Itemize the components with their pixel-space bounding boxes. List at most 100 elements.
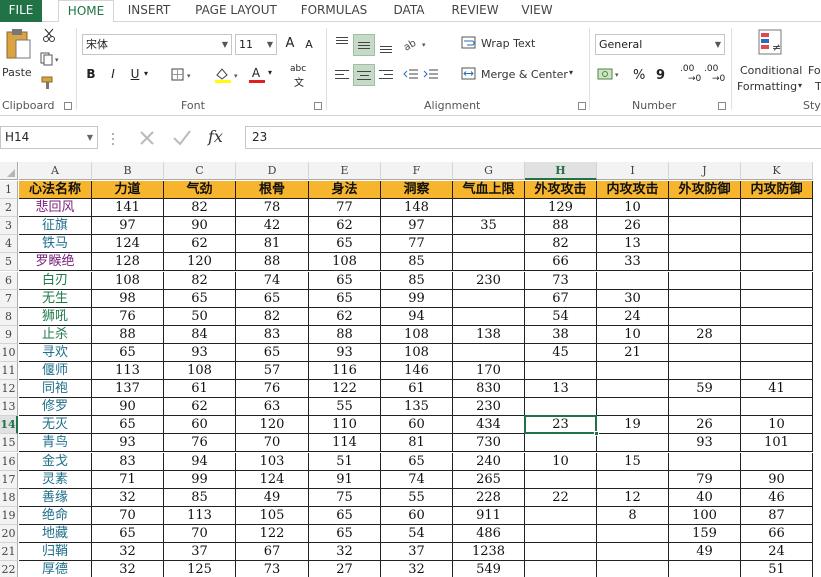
table-cell[interactable]: 93: [669, 434, 741, 453]
name-cell[interactable]: 悲回风: [19, 199, 92, 218]
top-align-button[interactable]: [333, 34, 351, 52]
table-cell[interactable]: 22: [525, 488, 597, 507]
row-header-16[interactable]: 16: [0, 452, 18, 471]
table-cell[interactable]: [669, 289, 741, 308]
table-cell[interactable]: [741, 307, 813, 326]
table-cell[interactable]: 103: [236, 452, 309, 471]
table-cell[interactable]: [597, 434, 669, 453]
table-cell[interactable]: 240: [453, 452, 525, 471]
grow-font-button[interactable]: A: [283, 36, 297, 51]
table-cell[interactable]: [525, 434, 597, 453]
table-cell[interactable]: 100: [669, 506, 741, 525]
table-cell[interactable]: [597, 561, 669, 577]
insert-function-icon[interactable]: fx: [208, 127, 223, 146]
table-cell[interactable]: 113: [164, 506, 236, 525]
table-cell[interactable]: 85: [381, 253, 453, 272]
table-cell[interactable]: [597, 271, 669, 290]
table-cell[interactable]: 141: [92, 199, 164, 218]
column-title-cell[interactable]: 身法: [309, 181, 381, 200]
table-cell[interactable]: 70: [92, 506, 164, 525]
table-cell[interactable]: 120: [164, 253, 236, 272]
table-cell[interactable]: 87: [741, 506, 813, 525]
bottom-align-button[interactable]: [377, 34, 395, 56]
name-cell[interactable]: 青鸟: [19, 434, 92, 453]
table-cell[interactable]: 77: [309, 199, 381, 218]
table-cell[interactable]: 74: [381, 470, 453, 489]
column-title-cell[interactable]: 外攻攻击: [525, 181, 597, 200]
table-cell[interactable]: 51: [741, 561, 813, 577]
increase-decimal-button[interactable]: .00 →0: [680, 64, 702, 86]
tab-formulas[interactable]: FORMULAS: [296, 0, 372, 22]
copy-icon[interactable]: ▾: [40, 52, 62, 66]
table-cell[interactable]: 67: [525, 289, 597, 308]
table-cell[interactable]: 60: [381, 416, 453, 435]
column-header-f[interactable]: F: [381, 162, 453, 180]
table-cell[interactable]: 63: [236, 398, 309, 417]
table-cell[interactable]: [669, 217, 741, 236]
clipboard-dialog-launcher[interactable]: [64, 102, 72, 110]
table-cell[interactable]: [669, 271, 741, 290]
accounting-format-icon[interactable]: ▾: [597, 67, 623, 83]
table-cell[interactable]: [453, 253, 525, 272]
table-cell[interactable]: [597, 362, 669, 381]
column-title-cell[interactable]: 内攻防御: [741, 181, 813, 200]
table-cell[interactable]: 105: [236, 506, 309, 525]
table-cell[interactable]: 61: [381, 380, 453, 399]
table-cell[interactable]: [669, 199, 741, 218]
table-cell[interactable]: 71: [92, 470, 164, 489]
table-cell[interactable]: 65: [381, 452, 453, 471]
table-cell[interactable]: 60: [164, 416, 236, 435]
table-cell[interactable]: 10: [525, 452, 597, 471]
table-cell[interactable]: 26: [669, 416, 741, 435]
table-cell[interactable]: 21: [597, 343, 669, 362]
table-cell[interactable]: 37: [381, 543, 453, 562]
table-cell[interactable]: 98: [92, 289, 164, 308]
table-cell[interactable]: 51: [309, 452, 381, 471]
name-cell[interactable]: 偃师: [19, 362, 92, 381]
row-header-22[interactable]: 22: [0, 561, 18, 577]
table-cell[interactable]: 81: [381, 434, 453, 453]
column-title-cell[interactable]: 力道: [92, 181, 164, 200]
align-right-button[interactable]: [377, 66, 395, 84]
conditional-formatting-button[interactable]: ≠ Conditional Formatting ▾: [737, 28, 807, 94]
table-cell[interactable]: 65: [92, 343, 164, 362]
table-cell[interactable]: 28: [669, 325, 741, 344]
merge-center-button[interactable]: Merge & Center ▾: [461, 66, 581, 84]
row-header-9[interactable]: 9: [0, 325, 18, 344]
name-cell[interactable]: 地藏: [19, 524, 92, 543]
row-header-19[interactable]: 19: [0, 506, 18, 525]
table-cell[interactable]: [741, 253, 813, 272]
table-cell[interactable]: 1238: [453, 543, 525, 562]
table-cell[interactable]: 30: [597, 289, 669, 308]
table-cell[interactable]: 76: [236, 380, 309, 399]
table-cell[interactable]: 97: [381, 217, 453, 236]
italic-button[interactable]: I: [106, 67, 120, 81]
column-title-cell[interactable]: 根骨: [236, 181, 309, 200]
table-cell[interactable]: 24: [597, 307, 669, 326]
underline-button[interactable]: U: [128, 67, 142, 81]
table-cell[interactable]: [741, 271, 813, 290]
tab-review[interactable]: REVIEW: [446, 0, 504, 22]
table-cell[interactable]: [669, 253, 741, 272]
table-cell[interactable]: [453, 235, 525, 254]
table-cell[interactable]: 46: [741, 488, 813, 507]
table-cell[interactable]: 35: [453, 217, 525, 236]
name-box[interactable]: H14 ▼: [0, 126, 98, 149]
table-cell[interactable]: 49: [669, 543, 741, 562]
table-cell[interactable]: 65: [236, 343, 309, 362]
table-cell[interactable]: 125: [164, 561, 236, 577]
table-cell[interactable]: 90: [741, 470, 813, 489]
percent-style-button[interactable]: %: [633, 68, 645, 83]
fill-color-icon[interactable]: ▾: [214, 67, 242, 83]
table-cell[interactable]: 70: [164, 524, 236, 543]
table-cell[interactable]: 55: [381, 488, 453, 507]
row-header-20[interactable]: 20: [0, 524, 18, 543]
table-cell[interactable]: 137: [92, 380, 164, 399]
number-format-combo[interactable]: General ▼: [595, 34, 725, 55]
tab-home[interactable]: HOME: [58, 0, 114, 23]
table-cell[interactable]: 55: [309, 398, 381, 417]
table-cell[interactable]: 65: [164, 289, 236, 308]
name-cell[interactable]: 止杀: [19, 325, 92, 344]
table-cell[interactable]: [525, 506, 597, 525]
table-cell[interactable]: 10: [597, 199, 669, 218]
